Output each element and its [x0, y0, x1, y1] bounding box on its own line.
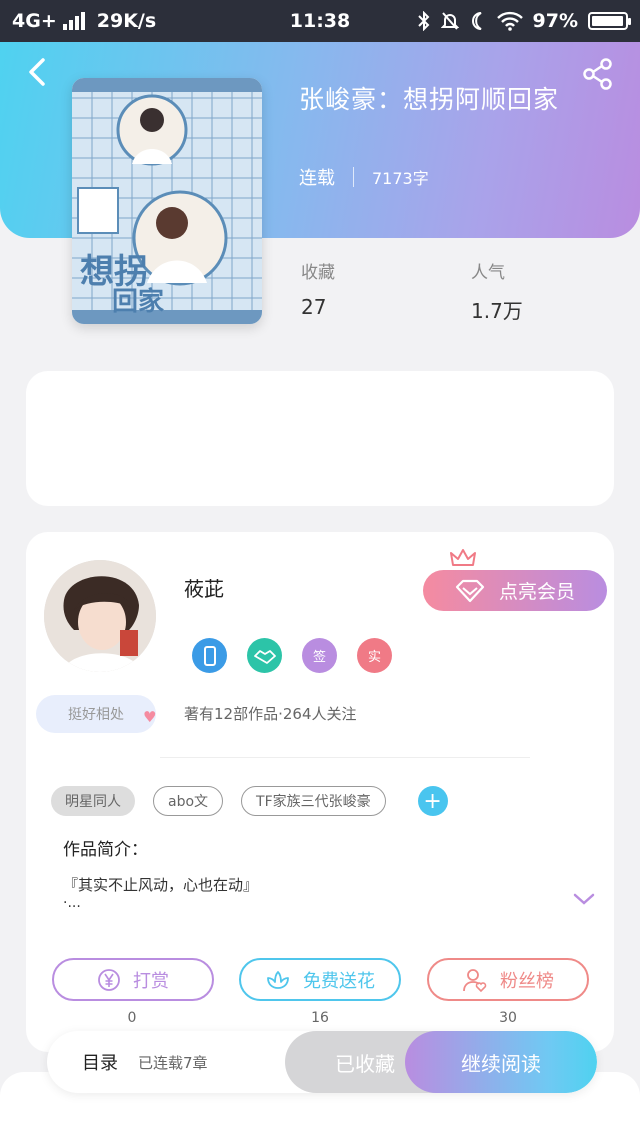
phone-badge-icon[interactable] [192, 638, 227, 673]
crown-icon [450, 549, 476, 566]
chapter-count: 已连载7章 [138, 1053, 208, 1072]
tag-item[interactable]: TF家族三代张峻豪 [241, 786, 386, 816]
author-badges: 签 实 [192, 638, 392, 673]
word-count: 7173字 [372, 169, 429, 188]
send-flower-button[interactable]: 免费送花 [239, 958, 401, 1001]
svg-text:想拐: 想拐 [80, 252, 148, 292]
book-meta: 连载 7173字 [299, 164, 429, 190]
battery-percent: 97% [532, 10, 578, 32]
share-icon [583, 58, 612, 90]
favorites-label: 收藏 [301, 263, 335, 283]
battery-icon [588, 12, 631, 30]
yen-icon [98, 968, 120, 991]
intro-text: 『其实不止风动，心也在动』 [63, 876, 259, 894]
book-cover[interactable]: 想拐 回家 [72, 78, 262, 324]
handshake-badge-icon[interactable] [247, 638, 282, 673]
bottom-action-bar: 目录 已连载7章 已收藏 继续阅读 [47, 1031, 597, 1093]
sign-badge-icon[interactable]: 签 [302, 638, 337, 673]
flower-icon [267, 970, 289, 989]
cover-image: 想拐 回家 [72, 78, 262, 324]
popularity-value: 1.7万 [471, 299, 523, 323]
tag-list: 明星同人 abo文 TF家族三代张峻豪 + [51, 786, 448, 816]
tag-item[interactable]: abo文 [153, 786, 224, 816]
book-title: 张峻豪：想拐阿顺回家 [299, 85, 560, 114]
toc-label: 目录 [82, 1053, 118, 1074]
ad-placeholder-card [26, 371, 614, 506]
continue-reading-button[interactable]: 继续阅读 [405, 1031, 597, 1093]
reward-count: 0 [127, 1010, 137, 1026]
popularity-label: 人气 [471, 263, 505, 283]
avatar-image [44, 560, 156, 672]
favorites-value: 27 [301, 295, 327, 319]
fans-count: 30 [499, 1010, 517, 1026]
share-button[interactable] [580, 56, 616, 92]
reward-label: 打赏 [133, 970, 169, 992]
signal-icon [62, 12, 85, 30]
add-tag-button[interactable]: + [417, 786, 448, 816]
vip-label: 点亮会员 [498, 581, 575, 603]
reward-button[interactable]: 打赏 [52, 958, 214, 1001]
fans-icon [463, 968, 487, 992]
author-works-info: 著有12部作品·264人关注 [184, 705, 357, 723]
status-bar: 4G+ 29K/s 11:38 97% [0, 0, 640, 42]
bluetooth-icon [417, 11, 429, 31]
intro-title: 作品简介： [63, 840, 148, 860]
mute-bell-icon [440, 12, 459, 30]
network-speed: 29K/s [96, 10, 157, 32]
toc-button[interactable]: 目录 已连载7章 [82, 1031, 208, 1093]
popularity-stat: 人气 1.7万 [471, 258, 523, 324]
network-type: 4G+ [12, 10, 57, 32]
chevron-down-icon[interactable] [572, 890, 596, 908]
back-button[interactable] [20, 55, 54, 89]
divider [160, 757, 530, 758]
fans-rank-button[interactable]: 粉丝榜 [427, 958, 589, 1001]
divider [353, 167, 354, 187]
heart-icon: ♥ [143, 708, 157, 726]
author-name[interactable]: 莜茈 [184, 573, 224, 602]
moon-icon [471, 12, 482, 30]
chevron-left-icon [29, 58, 45, 86]
diamond-icon [455, 579, 485, 602]
avatar[interactable] [44, 560, 156, 672]
wifi-icon [496, 11, 523, 31]
svg-text:回家: 回家 [112, 286, 164, 317]
tag-category[interactable]: 明星同人 [51, 786, 135, 816]
vip-button[interactable]: 点亮会员 [423, 570, 607, 611]
intro-more: ·... [63, 895, 81, 911]
serial-status: 连载 [299, 168, 335, 189]
favorites-stat: 收藏 27 [301, 258, 335, 319]
real-name-badge-icon[interactable]: 实 [357, 638, 392, 673]
author-trait-tag: 挺好相处 [36, 695, 156, 733]
fans-rank-label: 粉丝榜 [500, 970, 554, 992]
flower-count: 16 [311, 1010, 329, 1026]
send-flower-label: 免费送花 [303, 970, 375, 992]
